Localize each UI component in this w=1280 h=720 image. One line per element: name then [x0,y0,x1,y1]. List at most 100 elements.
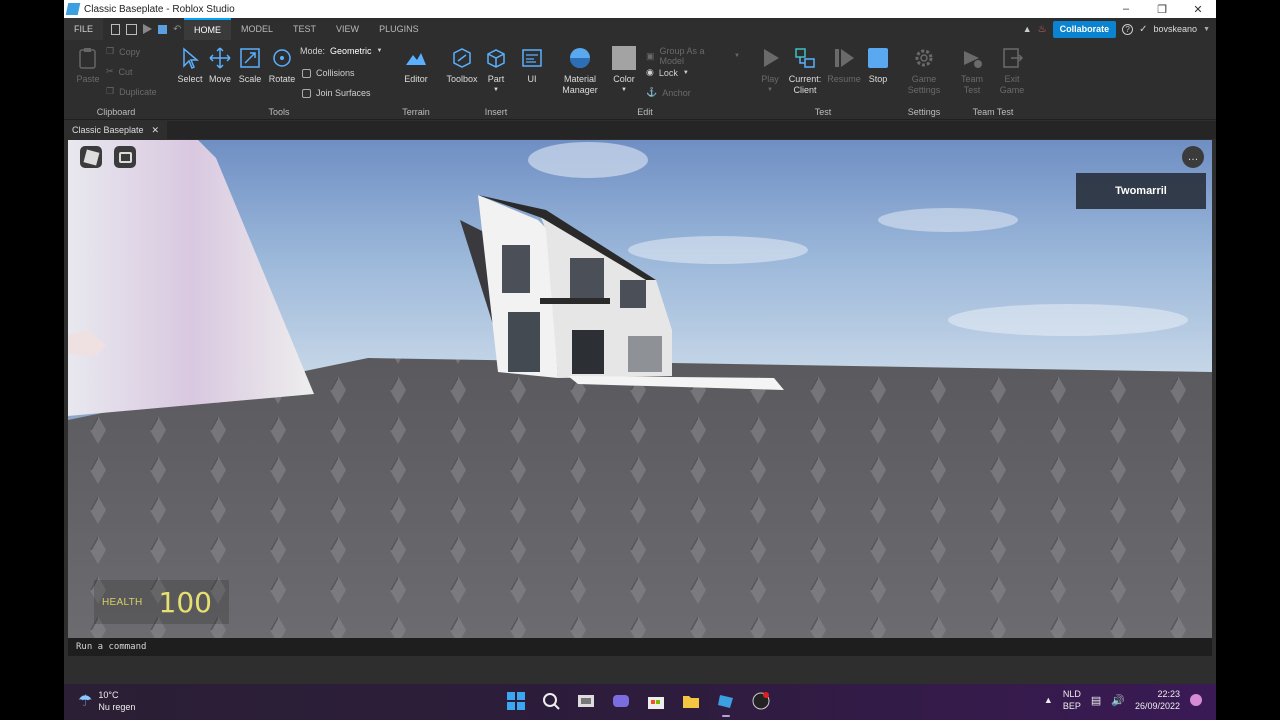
roblox-menu-button[interactable] [80,146,102,168]
house-window [570,258,604,298]
join-surfaces-toggle[interactable]: Join Surfaces [302,88,371,98]
task-view-button[interactable] [574,689,598,713]
part-button[interactable]: Part ▼ [476,46,516,96]
collaborate-button[interactable]: Collaborate [1052,20,1117,38]
paste-label: Paste [76,74,100,84]
cut-label: Cut [118,66,133,77]
player-list-entry[interactable]: Twomarril [1076,173,1206,209]
game-settings-button[interactable]: Game Settings [904,46,944,96]
lock-button[interactable]: ◉ Lock ▼ [646,67,689,78]
notification-center-icon[interactable] [1190,694,1202,706]
more-options-button[interactable]: … [1182,146,1204,168]
network-icon[interactable]: ▤ [1091,694,1101,707]
username[interactable]: bovskeano [1154,24,1198,34]
house-door [572,330,604,374]
close-window-button[interactable]: ✕ [1180,0,1216,18]
team-test-label-1: Team [960,74,983,84]
weather-widget[interactable]: ☂ 10°C Nu regen [78,689,135,713]
language-indicator[interactable]: NLD BEP [1063,688,1081,712]
close-tab-icon[interactable]: ✕ [152,121,160,139]
folder-icon [683,696,699,708]
volume-icon[interactable]: 🔊 [1111,694,1125,707]
collapse-ribbon-icon[interactable]: ▲ [1023,24,1032,34]
cut-button[interactable]: ✂ Cut [106,66,133,77]
paste-button[interactable]: Paste [68,46,108,85]
mode-selector[interactable]: Mode: Geometric ▼ [300,46,382,56]
cut-icon: ✂ [106,66,114,76]
gear-icon [912,46,936,70]
move-icon [208,46,232,70]
lock-label: Lock [658,67,678,78]
user-dropdown-icon[interactable]: ▼ [1203,26,1210,33]
obs-button[interactable] [749,689,773,713]
select-icon [178,46,202,70]
chat-button[interactable] [114,146,136,168]
join-surfaces-checkbox[interactable] [302,88,311,98]
document-tab-classic-baseplate[interactable]: Classic Baseplate ✕ [64,121,168,139]
collisions-checkbox[interactable] [302,68,311,78]
task-view-icon [578,695,594,707]
obs-record-icon [752,692,770,710]
stop-icon[interactable] [158,24,168,34]
play-icon[interactable] [143,24,153,34]
collisions-toggle[interactable]: Collisions [302,68,355,78]
share-icon[interactable]: ✓ [1139,24,1147,35]
terrain-editor-button[interactable]: Editor [396,46,436,85]
store-button[interactable] [644,689,668,713]
tab-test[interactable]: TEST [283,18,326,40]
health-label: HEALTH [102,596,143,608]
show-hidden-icons-chevron-icon[interactable]: ▲ [1044,695,1053,705]
clock-time: 22:23 [1157,689,1180,699]
color-button[interactable]: Color ▼ [602,46,646,96]
tab-view[interactable]: VIEW [326,18,369,40]
chat-camera-icon [613,695,629,707]
terrain-group: Editor Terrain [390,40,442,120]
cloud [628,236,808,264]
exit-game-button[interactable]: Exit Game [992,46,1032,96]
minimize-button[interactable]: – [1108,0,1144,18]
file-menu[interactable]: FILE [64,18,104,40]
duplicate-button[interactable]: ❐ Duplicate [106,86,157,97]
current-client-label-1: Current: [788,74,822,84]
game-viewport[interactable]: … Twomarril HEALTH 100 [68,140,1212,638]
stop-button[interactable]: Stop [858,46,898,85]
current-client-button[interactable]: Current: Client [784,46,826,96]
anchor-button[interactable]: ⚓ Anchor [646,87,691,98]
command-bar[interactable]: Run a command [68,638,1212,656]
file-explorer-button[interactable] [679,689,703,713]
insert-group: Toolbox Part ▼ UI Insert [442,40,550,120]
roblox-studio-taskbar-button[interactable] [714,689,738,717]
copy-button[interactable]: ❐ Copy [106,46,140,57]
play-icon [758,46,782,70]
new-file-icon[interactable] [111,23,121,35]
terrain-editor-label: Editor [404,74,428,84]
ui-button[interactable]: UI [512,46,552,85]
collisions-label: Collisions [316,68,355,78]
color-dropdown-icon: ▼ [621,87,627,93]
save-icon[interactable] [126,23,138,35]
chat-icon [118,151,132,163]
system-tray: ▲ NLD BEP ▤ 🔊 22:23 26/09/2022 [1044,688,1202,712]
teams-chat-button[interactable] [609,689,633,713]
house-window [508,312,540,372]
rotate-tool[interactable]: Rotate [262,46,302,85]
help-icon[interactable]: ? [1122,23,1134,35]
start-button[interactable] [504,689,528,713]
clock[interactable]: 22:23 26/09/2022 [1135,688,1180,712]
material-manager-button[interactable]: Material Manager [554,46,606,96]
health-display: HEALTH 100 [94,580,229,624]
group-as-model-button[interactable]: ▣ Group As a Model ▼ [646,46,740,66]
tab-model[interactable]: MODEL [231,18,283,40]
rotate-label: Rotate [268,74,296,84]
search-button[interactable] [539,689,563,713]
scale-icon [238,46,262,70]
tab-plugins[interactable]: PLUGINS [369,18,429,40]
part-icon [484,46,508,70]
tab-home[interactable]: HOME [184,18,232,40]
notification-icon[interactable]: ♨ [1038,24,1047,35]
restore-button[interactable]: ❐ [1144,0,1180,18]
team-test-button[interactable]: Team Test [952,46,992,96]
play-label: Play [761,74,779,84]
undo-icon[interactable]: ↶ [173,24,184,35]
resume-label: Resume [827,74,861,84]
